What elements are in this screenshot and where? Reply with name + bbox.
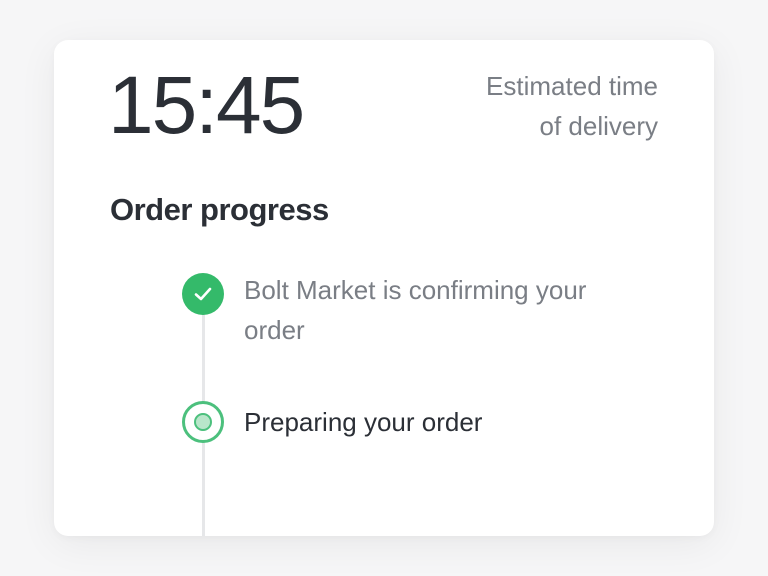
order-status-card: 15:45 Estimated time of delivery Order p… xyxy=(54,40,714,536)
step-label: Preparing your order xyxy=(244,407,483,437)
current-step-dot xyxy=(194,413,212,431)
eta-time: 15:45 xyxy=(108,60,305,151)
eta-label-line1: Estimated time xyxy=(486,71,658,101)
step-label: Bolt Market is confirming your order xyxy=(244,275,587,345)
eta-label-line2: of delivery xyxy=(539,111,659,141)
current-step-icon xyxy=(182,401,224,443)
eta-label: Estimated time of delivery xyxy=(418,66,658,146)
check-icon xyxy=(182,273,224,315)
order-progress-title: Order progress xyxy=(110,192,329,227)
